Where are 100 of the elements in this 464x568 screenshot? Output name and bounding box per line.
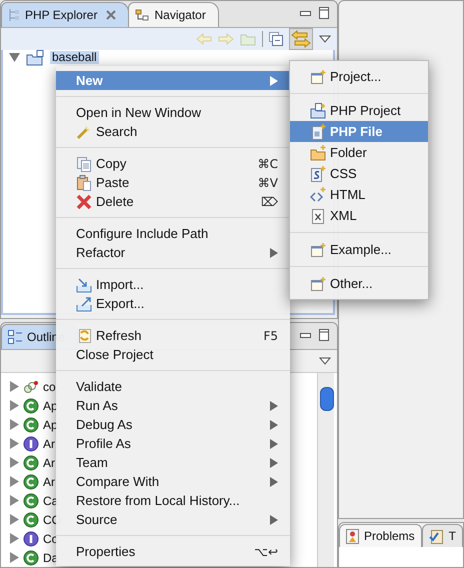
folder-icon [310,144,326,160]
outline-item[interactable]: Ar [43,456,55,470]
class-icon [23,512,39,528]
class-icon [23,492,39,508]
outline-item[interactable]: Da [43,550,58,564]
expand-triangle-icon[interactable] [9,476,19,487]
outline-item[interactable]: co [43,380,56,394]
hierarchy-icon [8,8,20,22]
menu-item[interactable]: Delete ⌦ [56,192,290,211]
maximize-icon[interactable] [318,7,329,19]
export-icon [76,296,92,312]
wand-icon [76,124,92,140]
collapse-all-icon[interactable] [268,32,283,46]
outline-item[interactable]: Ar [43,436,55,450]
copy-icon [76,156,92,172]
menu-item[interactable]: PHP File [290,121,428,142]
menu-item[interactable]: Configure Include Path [56,224,290,243]
shortcut-label: ⌘C [258,156,278,170]
new-wizard-icon [310,242,326,258]
view-tab[interactable]: T [422,524,463,547]
menu-item[interactable]: Project... [290,66,428,87]
menu-item[interactable]: Refresh F5 [56,326,290,345]
class-icon [23,416,39,432]
menu-item[interactable]: Open in New Window [56,103,290,122]
hierarchy-icon [135,9,150,21]
interface-icon [23,530,39,546]
expand-triangle-icon[interactable] [9,514,19,525]
view-menu-icon[interactable] [318,357,331,365]
menu-item[interactable]: Profile As [56,434,290,453]
view-menu-icon[interactable] [318,35,331,43]
menu-item[interactable]: Copy ⌘C [56,154,290,173]
xml-file-icon [310,208,326,224]
new-wizard-icon [310,68,326,84]
outline-icon [8,330,22,344]
tree-item[interactable]: baseball [50,51,99,64]
minimize-icon[interactable] [300,10,311,16]
menu-item[interactable]: Close Project [56,345,290,364]
expand-triangle-icon[interactable] [9,52,20,63]
expand-triangle-icon[interactable] [9,381,19,392]
close-icon[interactable] [106,10,116,20]
delete-icon [76,194,92,210]
menu-item[interactable]: Restore from Local History... [56,491,290,510]
import-icon [76,276,92,292]
shortcut-label: ⌘V [258,176,278,190]
shortcut-label: F5 [263,328,278,342]
menu-item[interactable]: Other... [290,273,428,294]
scrollbar[interactable] [316,373,334,567]
menu-item[interactable]: Search [56,122,290,141]
menu-item[interactable]: Validate [56,377,290,396]
menu-item[interactable]: HTML [290,184,428,205]
interface-icon [23,436,39,452]
view-tab[interactable]: Problems [338,524,422,547]
php-file-icon [310,124,326,140]
menu-item[interactable]: CSS [290,163,428,184]
menu-item[interactable]: Debug As [56,415,290,434]
php-project-icon [310,102,326,118]
menu-item[interactable]: Folder [290,142,428,163]
minimize-icon[interactable] [300,332,311,338]
menu-item[interactable]: PHP Project [290,100,428,121]
class-icon [23,398,39,414]
outline-item[interactable]: Ca [43,494,58,508]
outline-item[interactable]: Ap [43,418,58,432]
expand-triangle-icon[interactable] [9,400,19,411]
expand-triangle-icon[interactable] [9,457,19,468]
css-file-icon [310,166,326,182]
class-icon [23,454,39,470]
link-editor-icon[interactable] [288,28,313,50]
outline-item[interactable]: Ar [43,474,55,488]
class-icon [23,474,39,490]
menu-item[interactable]: Example... [290,239,428,260]
scroll-thumb[interactable] [320,387,334,411]
menu-item[interactable]: Properties ⌥↩ [56,542,290,561]
problems-icon [346,528,359,544]
expand-triangle-icon[interactable] [9,438,19,449]
menu-item[interactable]: Paste ⌘V [56,173,290,192]
expand-triangle-icon[interactable] [9,419,19,430]
task-list-icon [428,528,444,544]
menu-item[interactable]: Team [56,453,290,472]
menu-item[interactable]: XML [290,205,428,226]
view-tab[interactable]: Navigator [128,2,219,27]
paste-icon [76,174,92,190]
menu-item[interactable]: Refactor [56,243,290,262]
menu-item[interactable]: Export... [56,294,290,313]
refresh-icon [76,328,92,344]
expand-triangle-icon[interactable] [9,552,19,563]
menu-item[interactable]: New [56,71,290,90]
menu-item[interactable]: Compare With [56,472,290,491]
view-tab[interactable]: PHP Explorer [1,2,130,27]
outline-item[interactable]: Co [43,532,58,546]
menu-item[interactable]: Run As [56,396,290,415]
shortcut-label: ⌥↩ [254,544,278,558]
shortcut-label: ⌦ [261,194,278,208]
constant-icon [23,380,39,394]
outline-item[interactable]: Ap [43,398,58,412]
maximize-icon[interactable] [318,329,329,341]
expand-triangle-icon[interactable] [9,533,19,544]
menu-item[interactable]: Import... [56,275,290,294]
new-wizard-icon [310,276,326,292]
html-file-icon [310,186,326,202]
expand-triangle-icon[interactable] [9,495,19,506]
